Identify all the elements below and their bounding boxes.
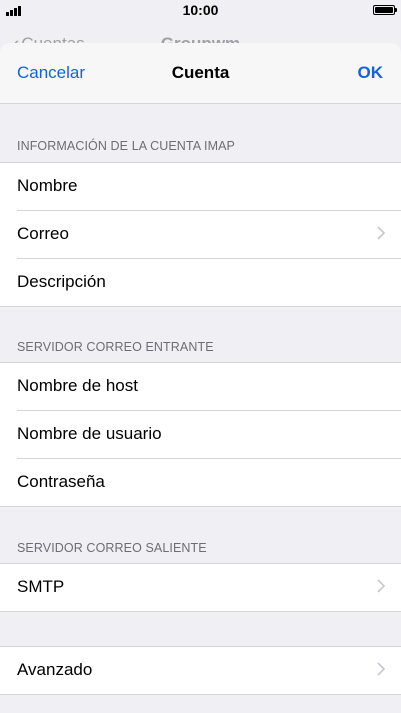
row-nombre-de-usuario[interactable]: Nombre de usuario	[0, 410, 401, 458]
battery-icon	[373, 5, 397, 15]
row-label: Descripción	[17, 272, 106, 291]
row-label: Nombre de host	[17, 376, 138, 395]
row-label: Correo	[17, 224, 69, 243]
row-label: Contraseña	[17, 472, 105, 491]
row-correo[interactable]: Correo	[0, 210, 401, 258]
account-sheet: Cancelar Cuenta OK INFORMACIÓN DE LA CUE…	[0, 43, 401, 713]
section-header-imap: INFORMACIÓN DE LA CUENTA IMAP	[17, 139, 235, 153]
status-time: 10:00	[182, 2, 219, 18]
chevron-right-icon	[377, 226, 385, 240]
row-avanzado[interactable]: Avanzado	[0, 647, 401, 694]
row-nombre[interactable]: Nombre	[0, 163, 401, 210]
page-title: Cuenta	[171, 63, 230, 82]
row-contrasena[interactable]: Contraseña	[0, 458, 401, 506]
group-imap: Nombre Correo Descripción	[0, 162, 401, 307]
navigation-bar: Cancelar Cuenta OK	[0, 43, 401, 104]
section-header-outgoing: SERVIDOR CORREO SALIENTE	[17, 541, 207, 555]
row-label: Nombre	[17, 176, 78, 195]
ok-button[interactable]: OK	[358, 63, 384, 83]
chevron-right-icon	[377, 579, 385, 593]
row-label: Nombre de usuario	[17, 424, 162, 443]
section-header-incoming: SERVIDOR CORREO ENTRANTE	[17, 340, 214, 354]
row-nombre-de-host[interactable]: Nombre de host	[0, 363, 401, 410]
row-label: Avanzado	[17, 660, 93, 679]
chevron-right-icon	[377, 662, 385, 676]
row-label: SMTP	[17, 577, 65, 596]
group-advanced: Avanzado	[0, 646, 401, 695]
group-incoming: Nombre de host Nombre de usuario Contras…	[0, 362, 401, 507]
status-bar: 10:00	[0, 0, 401, 20]
group-outgoing: SMTP	[0, 563, 401, 612]
row-smtp[interactable]: SMTP	[0, 564, 401, 611]
row-descripcion[interactable]: Descripción	[0, 258, 401, 306]
